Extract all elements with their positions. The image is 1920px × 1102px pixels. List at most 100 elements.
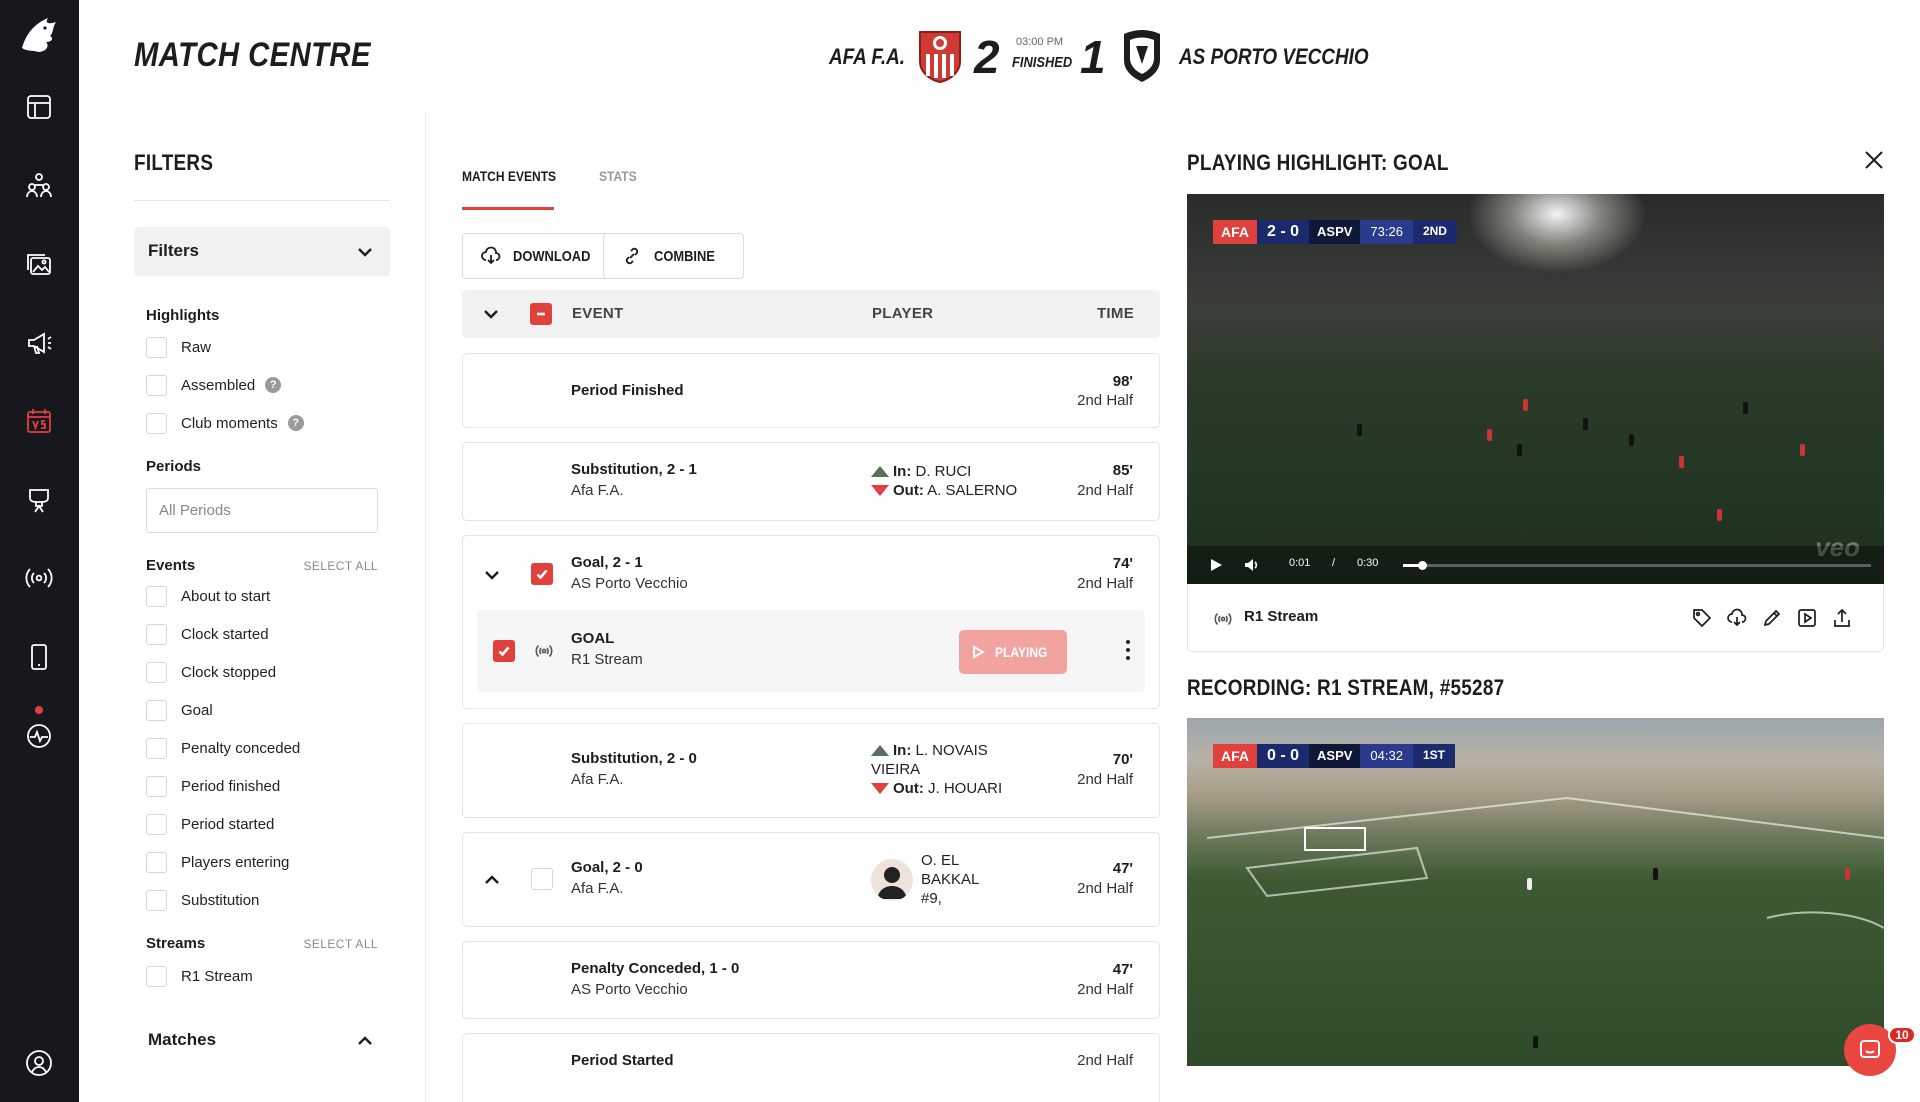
checkbox[interactable] [146,737,167,759]
event-row[interactable]: Goal, 2 - 0 Afa F.A. O. EL BAKKAL #9, 47… [462,832,1160,927]
chevron-up-icon[interactable] [483,871,501,889]
play-icon[interactable] [1207,556,1225,574]
clip-title: GOAL [571,630,615,647]
live-stream-icon [535,644,553,658]
filter-event-item[interactable]: Clock started [146,623,269,645]
event-checkbox[interactable] [531,563,553,585]
share-icon[interactable] [1832,608,1852,628]
recording-video[interactable]: AFA 0 - 0 ASPV 04:32 1ST [1187,718,1884,1066]
dashboard-icon[interactable] [24,92,54,122]
more-options-icon[interactable] [1125,640,1131,662]
event-row-expanded[interactable]: Goal, 2 - 1 AS Porto Vecchio 74' 2nd Hal… [462,535,1160,709]
filters-title: FILTERS [134,150,214,175]
event-row[interactable]: Penalty Conceded, 1 - 0 AS Porto Vecchio… [462,941,1160,1019]
progress-knob[interactable] [1417,561,1427,570]
checkbox[interactable] [146,851,167,873]
home-team-name[interactable]: AFA F.A. [829,44,917,70]
streams-select-all-link[interactable]: SELECT ALL [304,937,379,951]
away-team-name[interactable]: AS PORTO VECCHIO [1179,44,1399,70]
activity-icon[interactable] [24,721,54,751]
video-scorebug: AFA 2 - 0 ASPV 73:26 2ND [1213,220,1457,244]
filter-event-item[interactable]: Period finished [146,775,280,797]
event-row[interactable]: Substitution, 2 - 0 Afa F.A. In: L. NOVA… [462,723,1160,818]
download-button[interactable]: DOWNLOAD [462,233,622,279]
eagle-logo-icon[interactable] [16,12,62,58]
filter-event-item[interactable]: Penalty conceded [146,737,300,759]
play-square-icon[interactable] [1797,608,1817,628]
checkbox[interactable] [146,813,167,835]
col-time: TIME [1096,305,1134,322]
video-scorebug: AFA 0 - 0 ASPV 04:32 1ST [1213,744,1455,768]
filter-event-item[interactable]: Substitution [146,889,259,911]
edit-icon[interactable] [1762,608,1782,628]
match-vs-icon[interactable] [24,406,54,436]
event-title: Substitution, 2 - 1 [571,461,697,478]
col-player: PLAYER [872,305,934,322]
sub-out-icon [871,783,889,794]
checkbox[interactable] [146,623,167,645]
highlights-heading: Highlights [146,307,220,324]
select-all-checkbox[interactable] [530,303,552,325]
event-row[interactable]: Substitution, 2 - 1 Afa F.A. In: D. RUCI… [462,442,1160,521]
matches-collapse[interactable]: Matches [134,1020,390,1060]
checkbox[interactable] [146,585,167,607]
page-title: MATCH CENTRE [134,36,371,74]
highlight-clip-row[interactable]: GOAL R1 Stream PLAYING [477,610,1145,692]
megaphone-icon[interactable] [24,328,54,358]
scorer-info: O. EL BAKKAL #9, [921,852,980,907]
filter-assembled[interactable]: Assembled? [146,374,282,396]
checkbox[interactable] [146,965,167,987]
event-row[interactable]: Period Started 2nd Half [462,1033,1160,1102]
event-period: 2nd Half [1077,575,1133,592]
filter-raw[interactable]: Raw [146,336,211,358]
checkbox[interactable] [146,412,167,434]
tag-icon[interactable] [1692,608,1712,628]
checkbox[interactable] [146,374,167,396]
filters-dropdown[interactable]: Filters [134,227,390,276]
highlight-video[interactable]: AFA 2 - 0 ASPV 73:26 2ND veo 0:01 / 0:30 [1187,194,1884,584]
event-checkbox[interactable] [531,868,553,890]
clip-checkbox[interactable] [493,640,515,662]
checkbox[interactable] [146,661,167,683]
events-table-header: EVENT PLAYER TIME [462,290,1160,338]
sub-in-icon [871,466,889,477]
cloud-download-icon[interactable] [1727,608,1747,628]
checkbox[interactable] [146,889,167,911]
chevron-down-icon[interactable] [483,566,501,584]
trophy-icon[interactable] [24,485,54,515]
notification-dot [35,706,43,714]
periods-select[interactable]: All Periods [146,488,378,533]
home-team-crest-icon [919,31,961,84]
checkbox[interactable] [146,775,167,797]
close-icon[interactable] [1864,150,1884,170]
checkbox[interactable] [146,336,167,358]
filter-event-item[interactable]: Goal [146,699,213,721]
filter-event-item[interactable]: Players entering [146,851,289,873]
filter-event-item[interactable]: About to start [146,585,270,607]
live-stream-icon[interactable] [24,563,54,593]
help-icon[interactable]: ? [265,377,282,393]
video-progress-bar[interactable] [1403,561,1871,570]
filter-club-moments[interactable]: Club moments? [146,412,304,434]
chevron-down-icon[interactable] [482,305,500,323]
event-period: 2nd Half [1077,771,1133,788]
event-period: 2nd Half [1077,981,1133,998]
filter-event-item[interactable]: Clock stopped [146,661,276,683]
filter-stream-item[interactable]: R1 Stream [146,965,253,987]
help-icon[interactable]: ? [287,415,304,431]
event-title: Penalty Conceded, 1 - 0 [571,960,740,977]
gallery-icon[interactable] [24,249,54,279]
playing-button[interactable]: PLAYING [959,630,1067,674]
events-select-all-link[interactable]: SELECT ALL [304,559,379,573]
filter-event-item[interactable]: Period started [146,813,274,835]
tab-match-events[interactable]: MATCH EVENTS [462,168,571,184]
event-row[interactable]: Period Finished 98' 2nd Half [462,353,1160,428]
checkbox[interactable] [146,699,167,721]
volume-icon[interactable] [1243,556,1261,574]
account-icon[interactable] [24,1048,54,1078]
combine-button[interactable]: COMBINE [603,233,744,279]
mobile-device-icon[interactable] [24,642,54,672]
event-minute: 70' [1112,751,1133,768]
team-icon[interactable] [24,170,54,200]
tab-stats[interactable]: STATS [599,168,643,184]
